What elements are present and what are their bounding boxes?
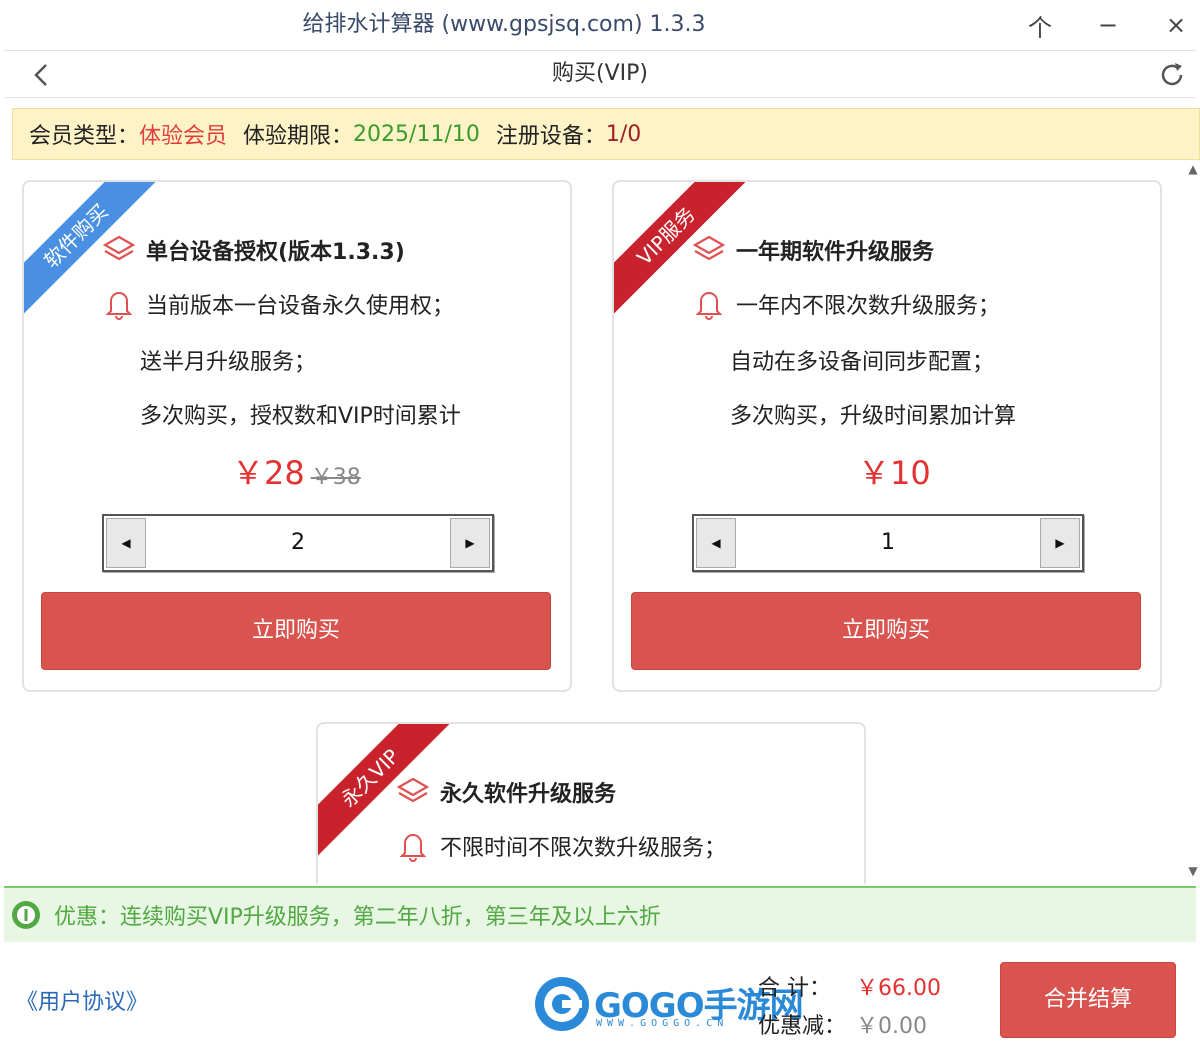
bell-icon xyxy=(105,292,133,320)
checkout-button[interactable]: 合并结算 xyxy=(1000,962,1176,1038)
ribbon-label: VIP服务 xyxy=(614,182,750,320)
scroll-up-icon[interactable]: ▲ xyxy=(1187,162,1199,182)
current-price: ￥10 xyxy=(858,454,931,492)
total-label: 合 计： xyxy=(758,976,831,1001)
logo-mark-icon xyxy=(535,977,589,1031)
original-price: ￥38 xyxy=(310,465,361,490)
user-agreement-link[interactable]: 《用户协议》 xyxy=(16,984,148,1016)
devices-value: 1/0 xyxy=(605,121,642,147)
bell-icon xyxy=(399,834,427,862)
layers-icon xyxy=(692,235,726,261)
expiry-value: 2025/11/10 xyxy=(353,121,480,147)
logo-subtext: WWW.GOGGO.CN xyxy=(596,1018,729,1029)
window-title: 给排水计算器 (www.gpsjsq.com) 1.3.3 xyxy=(302,12,706,37)
promo-text: 优惠：连续购买VIP升级服务，第二年八折，第三年及以上六折 xyxy=(54,905,661,930)
member-type-label: 会员类型： xyxy=(29,124,140,149)
card-feature: 多次购买，升级时间累加计算 xyxy=(730,404,1017,429)
nav-bar: 购买(VIP) xyxy=(4,50,1196,98)
card-feature: 自动在多设备间同步配置； xyxy=(730,350,995,375)
close-button[interactable]: × xyxy=(1146,0,1200,50)
card-feature: 送半月升级服务； xyxy=(140,350,317,375)
increment-button[interactable]: ▶ xyxy=(1040,518,1080,568)
discount-value: ￥0.00 xyxy=(856,1014,927,1039)
ribbon-label: 软件购买 xyxy=(24,182,160,320)
scroll-down-icon[interactable]: ▼ xyxy=(1187,864,1199,884)
card-title: 一年期软件升级服务 xyxy=(736,240,935,265)
quantity-input[interactable]: 1 xyxy=(740,516,1036,570)
product-card-yearly-vip: VIP服务 一年期软件升级服务 一年内不限次数升级服务； 自动在多设备间同步配置… xyxy=(612,180,1162,692)
decrement-button[interactable]: ◀ xyxy=(696,518,736,568)
watermark-logo: GOGO手游网 WWW.GOGGO.CN xyxy=(532,974,804,1034)
bell-icon xyxy=(695,292,723,320)
info-icon xyxy=(12,901,40,929)
current-price: ￥28 xyxy=(232,454,305,492)
refresh-icon[interactable] xyxy=(1156,59,1188,91)
increment-button[interactable]: ▶ xyxy=(450,518,490,568)
total-value: ￥66.00 xyxy=(856,976,941,1001)
product-card-license: 软件购买 单台设备授权(版本1.3.3) 当前版本一台设备永久使用权； 送半月升… xyxy=(22,180,572,692)
layers-icon xyxy=(102,235,136,261)
card-feature: 不限时间不限次数升级服务； xyxy=(440,836,727,861)
quantity-input[interactable]: 2 xyxy=(150,516,446,570)
devices-label: 注册设备： xyxy=(495,124,606,149)
minimize-button[interactable]: − xyxy=(1078,0,1138,50)
price: ￥28 ￥38 xyxy=(232,448,361,494)
price: ￥10 xyxy=(858,448,931,494)
card-feature: 一年内不限次数升级服务； xyxy=(736,294,1001,319)
card-title: 单台设备授权(版本1.3.3) xyxy=(146,240,405,265)
buy-now-button[interactable]: 立即购买 xyxy=(631,592,1141,670)
quantity-stepper: ◀ 2 ▶ xyxy=(102,514,494,572)
promo-bar: 优惠：连续购买VIP升级服务，第二年八折，第三年及以上六折 xyxy=(4,886,1196,942)
decrement-button[interactable]: ◀ xyxy=(106,518,146,568)
expiry-label: 体验期限： xyxy=(243,124,354,149)
page-title: 购买(VIP) xyxy=(552,61,648,86)
product-list[interactable]: 软件购买 单台设备授权(版本1.3.3) 当前版本一台设备永久使用权； 送半月升… xyxy=(4,162,1200,884)
ribbon-label: 永久VIP xyxy=(318,724,454,862)
member-info-bar: 会员类型： 体验会员 体验期限： 2025/11/10 注册设备： 1/0 xyxy=(12,108,1200,160)
buy-now-button[interactable]: 立即购买 xyxy=(41,592,551,670)
pin-button[interactable]: 个 xyxy=(1010,0,1070,50)
layers-icon xyxy=(396,777,430,803)
discount-label: 优惠减： xyxy=(758,1014,847,1039)
footer: 《用户协议》 GOGO手游网 WWW.GOGGO.CN 合 计： ￥66.00 … xyxy=(0,944,1200,1041)
card-feature: 当前版本一台设备永久使用权； xyxy=(146,294,455,319)
member-type-value: 体验会员 xyxy=(139,124,228,149)
title-bar: 给排水计算器 (www.gpsjsq.com) 1.3.3 个 − × xyxy=(0,0,1200,50)
quantity-stepper: ◀ 1 ▶ xyxy=(692,514,1084,572)
card-title: 永久软件升级服务 xyxy=(440,782,617,807)
card-feature: 多次购买，授权数和VIP时间累计 xyxy=(140,404,461,429)
product-card-permanent-vip: 永久VIP 永久软件升级服务 不限时间不限次数升级服务； xyxy=(316,722,866,884)
scrollbar[interactable]: ▲ ▼ xyxy=(1186,162,1200,884)
